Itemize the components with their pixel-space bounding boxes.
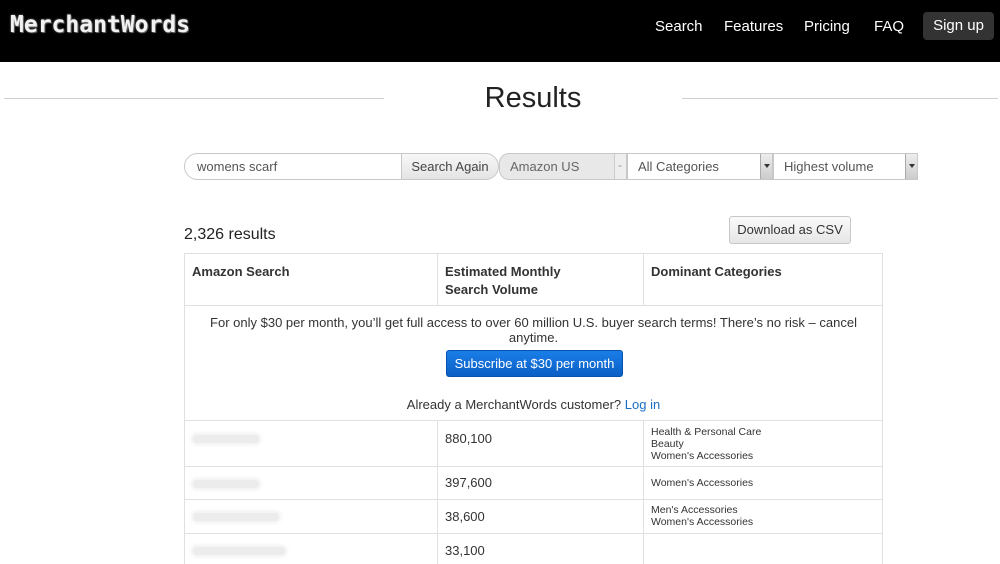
page-title: Results bbox=[484, 82, 582, 114]
blurred-search-term bbox=[185, 534, 438, 564]
search-again-button[interactable]: Search Again bbox=[401, 153, 499, 180]
merchantwords-logo[interactable]: MerchantWords bbox=[10, 12, 190, 38]
login-link[interactable]: Log in bbox=[625, 397, 660, 412]
search-volume: 33,100 bbox=[445, 543, 485, 558]
search-volume: 38,600 bbox=[445, 509, 485, 524]
category-select-value: All Categories bbox=[638, 159, 719, 174]
table-row: 397,600 Women's Accessories bbox=[185, 467, 882, 500]
blurred-search-term bbox=[185, 467, 438, 499]
search-input[interactable] bbox=[184, 153, 402, 180]
sort-select[interactable]: Highest volume bbox=[773, 153, 918, 180]
table-row: 38,600 Men's Accessories Women's Accesso… bbox=[185, 500, 882, 534]
nav-search-link[interactable]: Search bbox=[655, 18, 703, 35]
nav-features-link[interactable]: Features bbox=[724, 18, 783, 35]
column-header-search-volume-label: Estimated Monthly Search Volume bbox=[445, 264, 561, 297]
category-label: Beauty bbox=[651, 438, 684, 450]
results-count: 2,326 results bbox=[184, 226, 276, 243]
login-prompt: Already a MerchantWords customer? Log in bbox=[185, 397, 882, 412]
subscription-promo: For only $30 per month, you’ll get full … bbox=[185, 306, 882, 421]
category-label: Women's Accessories bbox=[651, 516, 754, 528]
column-header-search-volume: Estimated Monthly Search Volume bbox=[438, 254, 644, 305]
category-label: Women's Accessories bbox=[651, 450, 754, 462]
blurred-search-term bbox=[185, 421, 438, 466]
category-label: Health & Personal Care bbox=[651, 426, 762, 438]
blurred-search-term bbox=[185, 500, 438, 533]
login-prompt-text: Already a MerchantWords customer? bbox=[406, 397, 622, 412]
table-row: 33,100 bbox=[185, 534, 882, 564]
nav-pricing-link[interactable]: Pricing bbox=[804, 18, 850, 35]
marketplace-select[interactable]: Amazon US bbox=[499, 153, 627, 180]
promo-text: For only $30 per month, you’ll get full … bbox=[210, 315, 857, 345]
category-label: Women's Accessories bbox=[651, 477, 754, 489]
subscribe-button[interactable]: Subscribe at $30 per month bbox=[446, 350, 623, 377]
search-volume: 880,100 bbox=[445, 431, 492, 446]
nav-faq-link[interactable]: FAQ bbox=[874, 18, 904, 35]
column-header-amazon-search: Amazon Search bbox=[185, 254, 438, 305]
category-select[interactable]: All Categories bbox=[627, 153, 773, 180]
marketplace-select-value: Amazon US bbox=[510, 159, 580, 174]
sort-select-value: Highest volume bbox=[784, 159, 874, 174]
search-volume: 397,600 bbox=[445, 475, 492, 490]
top-navigation-bar: MerchantWords Search Features Pricing FA… bbox=[0, 0, 1000, 62]
table-row: 880,100 Health & Personal Care Beauty Wo… bbox=[185, 421, 882, 467]
sort-dropdown-icon bbox=[905, 154, 917, 179]
table-header: Amazon Search Estimated Monthly Search V… bbox=[185, 254, 882, 306]
signup-button[interactable]: Sign up bbox=[923, 12, 994, 40]
column-header-dominant-categories: Dominant Categories bbox=[651, 264, 782, 279]
download-csv-button[interactable]: Download as CSV bbox=[729, 216, 851, 244]
results-table: Amazon Search Estimated Monthly Search V… bbox=[184, 253, 883, 564]
category-dropdown-icon bbox=[760, 154, 772, 179]
category-label: Men's Accessories bbox=[651, 504, 738, 516]
marketplace-dropdown-icon bbox=[614, 153, 626, 179]
